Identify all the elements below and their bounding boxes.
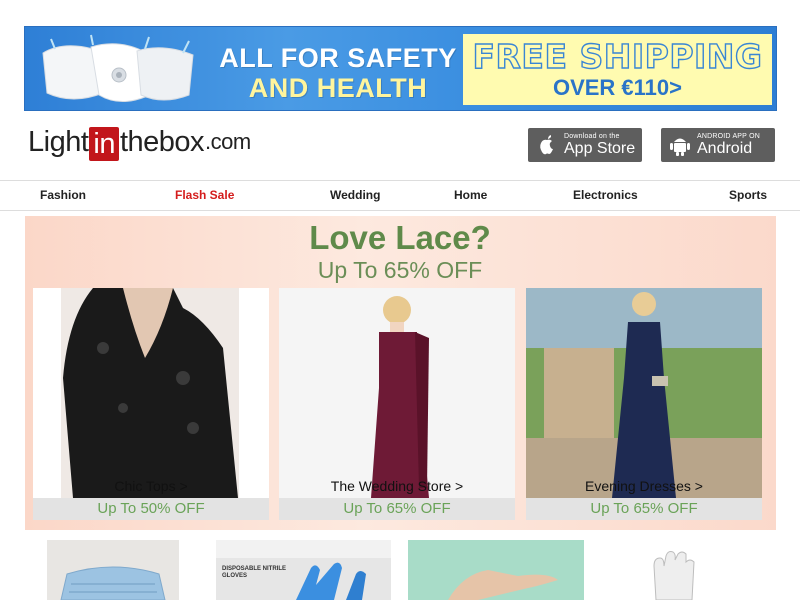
evening-dresses-link[interactable]: Evening Dresses > <box>526 478 762 494</box>
wedding-store-image <box>279 288 515 498</box>
app-store-label: App Store <box>564 140 636 157</box>
white-gloves-product-image[interactable] <box>640 540 720 600</box>
app-store-caption: Download on the <box>564 133 620 140</box>
evening-dresses-offer: Up To 65% OFF <box>526 498 762 520</box>
apple-icon <box>534 132 560 158</box>
latex-gloves-product-image[interactable] <box>408 540 584 600</box>
svg-text:GLOVES: GLOVES <box>222 573 247 579</box>
safety-banner-text: ALL FOR SAFETY AND HEALTH <box>193 43 483 103</box>
promo-card-chic-tops[interactable]: Chic Tops > Up To 50% OFF <box>33 288 269 520</box>
face-masks-product-image[interactable] <box>47 540 179 600</box>
site-logo[interactable]: Light in thebox .com <box>28 122 251 162</box>
evening-dresses-image <box>526 288 762 498</box>
android-app-button[interactable]: ANDROID APP ON Android <box>661 128 775 162</box>
nav-electronics[interactable]: Electronics <box>573 188 638 202</box>
banner-line2: AND HEALTH <box>248 73 428 103</box>
promo-subtitle: Up To 65% OFF <box>317 257 483 283</box>
face-mask-image <box>42 34 194 102</box>
logo-text-light: Light <box>28 125 89 158</box>
free-shipping-threshold: OVER €110> <box>552 75 683 100</box>
promo-card-evening-dresses[interactable]: Evening Dresses > Up To 65% OFF <box>526 288 762 520</box>
nitrile-gloves-product-image[interactable]: DISPOSABLE NITRILE GLOVES <box>216 540 391 600</box>
nav-sports[interactable]: Sports <box>729 188 767 202</box>
wedding-store-link[interactable]: The Wedding Store > <box>279 478 515 494</box>
logo-text-com: .com <box>205 129 251 154</box>
app-store-button[interactable]: Download on the App Store <box>528 128 642 162</box>
free-shipping-title: FREE SHIPPING <box>472 37 763 76</box>
logo-text-in: in <box>89 127 119 161</box>
wedding-store-offer: Up To 65% OFF <box>279 498 515 520</box>
android-caption: ANDROID APP ON <box>697 133 760 140</box>
nav-home[interactable]: Home <box>454 188 487 202</box>
promo-title: Love Lace? <box>309 219 491 256</box>
nav-flash-sale[interactable]: Flash Sale <box>175 188 234 202</box>
safety-health-banner[interactable]: ALL FOR SAFETY AND HEALTH FREE SHIPPING … <box>24 26 777 111</box>
logo-text-thebox: thebox <box>119 125 205 158</box>
nav-fashion[interactable]: Fashion <box>40 188 86 202</box>
chic-tops-image <box>33 288 269 498</box>
chic-tops-link[interactable]: Chic Tops > <box>33 478 269 494</box>
free-shipping-box[interactable]: FREE SHIPPING OVER €110> <box>463 34 772 105</box>
category-nav: Fashion Flash Sale Wedding Home Electron… <box>0 180 800 211</box>
promo-card-wedding-store[interactable]: The Wedding Store > Up To 65% OFF <box>279 288 515 520</box>
svg-text:DISPOSABLE NITRILE: DISPOSABLE NITRILE <box>222 566 286 572</box>
android-label: Android <box>697 140 753 157</box>
banner-line1: ALL FOR SAFETY <box>219 43 457 73</box>
android-icon <box>667 132 693 158</box>
nav-wedding[interactable]: Wedding <box>330 188 380 202</box>
chic-tops-offer: Up To 50% OFF <box>33 498 269 520</box>
